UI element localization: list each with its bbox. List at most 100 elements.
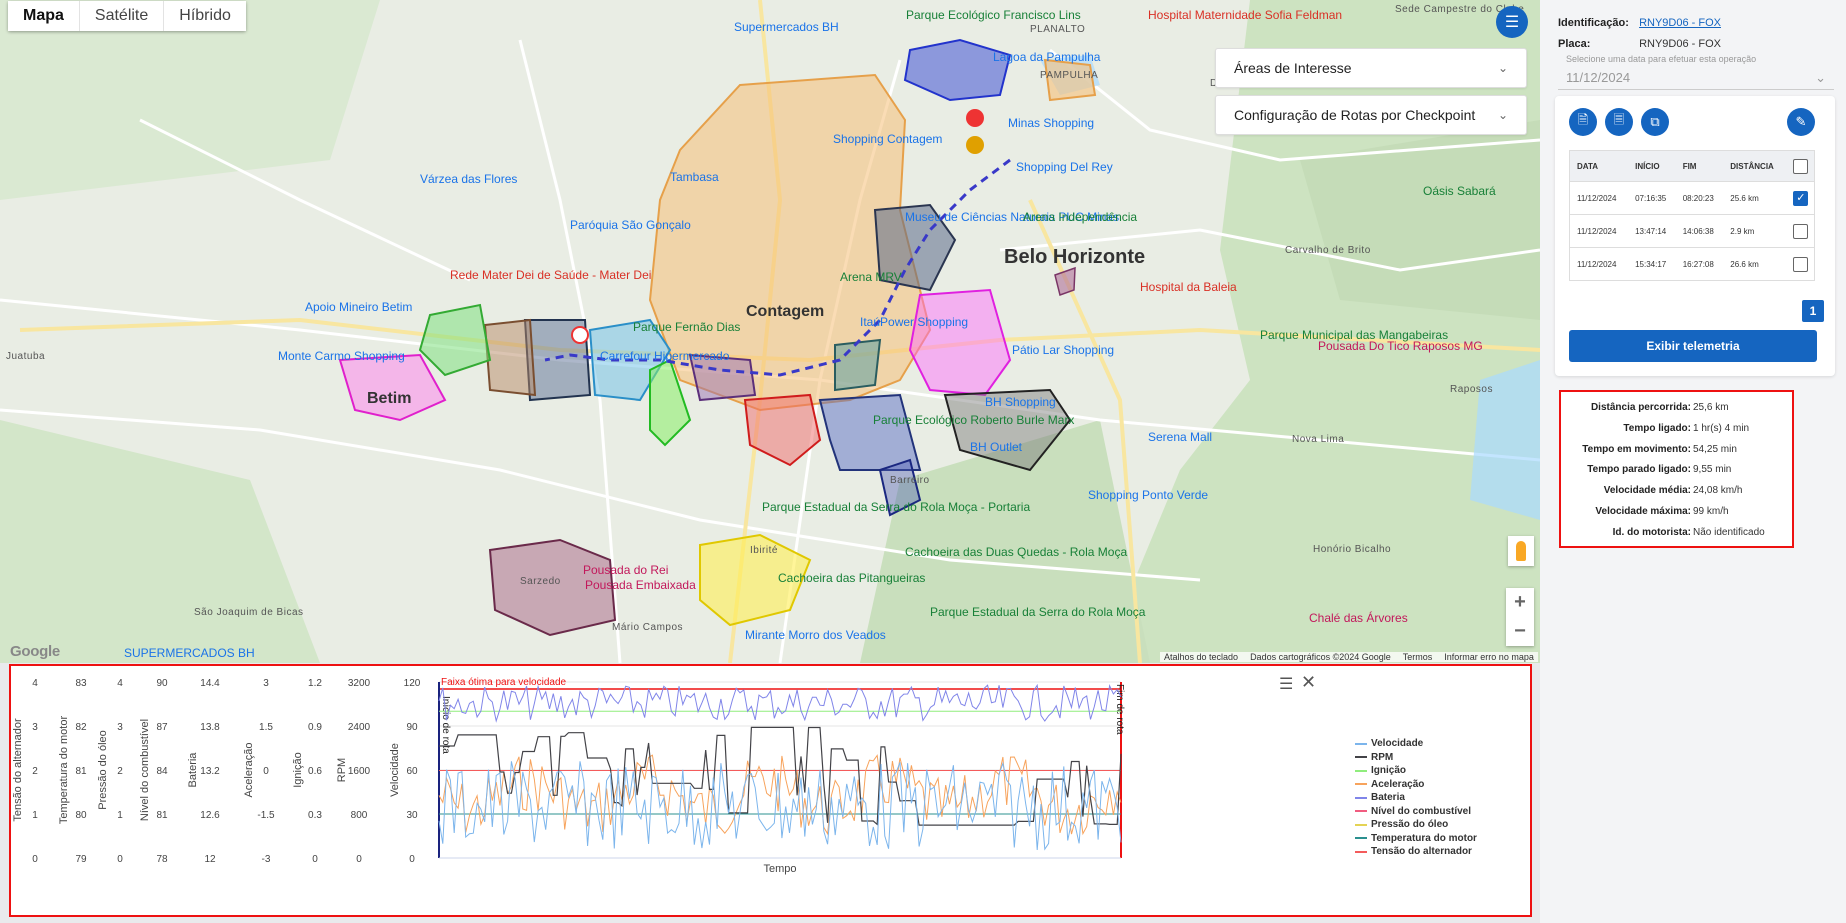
map-label[interactable]: ItaúPower Shopping <box>860 315 968 329</box>
areas-interesse-panel[interactable]: Áreas de Interesse ⌄ <box>1215 48 1527 88</box>
map-label[interactable]: Shopping Ponto Verde <box>1088 488 1208 502</box>
select-all-checkbox[interactable] <box>1793 158 1809 174</box>
axis-tick-label: 120 <box>404 678 421 689</box>
row-checkbox[interactable] <box>1793 223 1809 239</box>
map-label[interactable]: Parque Estadual da Serra do Rola Moça <box>930 605 1145 619</box>
exibir-telemetria-button[interactable]: Exibir telemetria <box>1569 330 1817 362</box>
street-view-pegman-icon[interactable] <box>1508 536 1534 566</box>
map-label[interactable]: Mirante Morro dos Veados <box>745 628 886 642</box>
map-label[interactable]: Arena MRV <box>840 270 902 284</box>
map-label[interactable]: Minas Shopping <box>1008 116 1094 130</box>
map-label[interactable]: Cachoeira das Pitangueiras <box>778 571 925 585</box>
cell-select <box>1786 214 1815 248</box>
axis-tick-label: 1.2 <box>308 678 322 689</box>
axis-title: Aceleração <box>243 742 255 797</box>
map-label[interactable]: Monte Carmo Shopping <box>278 349 405 363</box>
legend-item[interactable]: Velocidade <box>1355 737 1477 751</box>
legend-item[interactable]: Tensão do alternador <box>1355 845 1477 859</box>
legend-label: Pressão do óleo <box>1371 819 1449 831</box>
keyboard-shortcuts-link[interactable]: Atalhos do teclado <box>1164 652 1238 662</box>
map-label[interactable]: Pátio Lar Shopping <box>1012 343 1114 357</box>
zoom-in-button[interactable]: + <box>1506 588 1534 617</box>
map-type-satelite[interactable]: Satélite <box>78 1 164 31</box>
stat-value: 54,25 min <box>1693 443 1737 455</box>
stat-value: 25,6 km <box>1693 402 1729 413</box>
map-label[interactable]: Hospital da Baleia <box>1140 280 1237 294</box>
legend-item[interactable]: Bateria <box>1355 791 1477 805</box>
legend-item[interactable]: Pressão do óleo <box>1355 818 1477 832</box>
legend-item[interactable]: Nível do combustível <box>1355 805 1477 819</box>
map-label[interactable]: Pousada Embaixada <box>585 578 696 592</box>
close-icon[interactable]: ✕ <box>1301 672 1316 693</box>
row-checkbox[interactable] <box>1793 256 1809 272</box>
cell-data: 11/12/2024 <box>1569 214 1629 248</box>
row-checkbox[interactable]: ✓ <box>1793 190 1809 206</box>
chart-menu-icon[interactable]: ☰ <box>1279 674 1293 694</box>
map-label[interactable]: Arena Independência <box>1023 210 1137 224</box>
chevron-down-icon: ⌄ <box>1497 108 1508 122</box>
map-label[interactable]: Paróquia São Gonçalo <box>570 218 691 232</box>
axis-tick-label: 30 <box>406 810 418 821</box>
copy-button[interactable]: ⧉ <box>1641 108 1669 136</box>
axis-tick-label: 81 <box>156 810 168 821</box>
map-label[interactable]: Rede Mater Dei de Saúde - Mater Dei <box>450 268 651 282</box>
cell-data: 11/12/2024 <box>1569 181 1629 215</box>
map-label[interactable]: Carrefour Hipermercado <box>600 349 729 363</box>
axis-title: Temperatura do motor <box>58 716 70 825</box>
rotas-checkpoint-panel[interactable]: Configuração de Rotas por Checkpoint ⌄ <box>1215 95 1527 135</box>
map-label[interactable]: SUPERMERCADOS BH <box>124 646 255 660</box>
table-row[interactable]: 11/12/2024 07:16:35 08:20:23 25.6 km ✓ <box>1569 181 1815 215</box>
table-row[interactable]: 11/12/2024 15:34:17 16:27:08 26.6 km <box>1569 247 1815 281</box>
stat-row: Tempo ligado: 1 hr(s) 4 min <box>1561 423 1792 444</box>
clear-button[interactable]: ✎ <box>1787 108 1815 136</box>
map-label[interactable]: Hospital Maternidade Sofia Feldman <box>1148 8 1342 22</box>
stat-label: Tempo em movimento: <box>1582 443 1691 455</box>
map-label[interactable]: Pousada do Rei <box>583 563 668 577</box>
map-label[interactable]: Tambasa <box>670 170 719 184</box>
map-label[interactable]: Shopping Contagem <box>833 132 942 146</box>
map-label[interactable]: Cachoeira das Duas Quedas - Rola Moça <box>905 545 1127 559</box>
axis-tick-label: 0 <box>312 854 318 865</box>
map-label[interactable]: BH Shopping <box>985 395 1056 409</box>
stat-row: Velocidade média: 24,08 km/h <box>1561 485 1792 506</box>
terms-link[interactable]: Termos <box>1403 652 1433 662</box>
map-label[interactable]: Várzea das Flores <box>420 172 517 186</box>
page-button[interactable]: 1 <box>1802 300 1824 322</box>
map-type-mapa[interactable]: Mapa <box>8 1 79 31</box>
map-label[interactable]: Chalé das Árvores <box>1309 611 1408 625</box>
placa-label: Placa: <box>1558 38 1591 50</box>
table-row[interactable]: 11/12/2024 13:47:14 14:06:38 2.9 km <box>1569 214 1815 248</box>
map-label[interactable]: Parque Ecológico Francisco Lins <box>906 8 1081 22</box>
cell-inicio: 13:47:14 <box>1628 214 1676 248</box>
export-excel-button[interactable]: 🗏 <box>1605 108 1633 136</box>
legend-item[interactable]: Aceleração <box>1355 778 1477 792</box>
map-label[interactable]: Parque Municipal das Mangabeiras <box>1260 328 1448 342</box>
legend-item[interactable]: Ignição <box>1355 764 1477 778</box>
map-label: Raposos <box>1450 384 1493 395</box>
legend-item[interactable]: RPM <box>1355 751 1477 765</box>
map-label[interactable]: Supermercados BH <box>734 20 839 34</box>
map-label[interactable]: Parque Estadual da Serra do Rola Moça - … <box>762 500 1030 514</box>
map-label[interactable]: BH Outlet <box>970 440 1022 454</box>
map-layers-icon[interactable]: ☰ <box>1496 6 1528 38</box>
legend-swatch <box>1355 837 1367 840</box>
map-view[interactable]: Mapa Satélite Híbrido Belo Horizonte Con… <box>0 0 1540 663</box>
zoom-out-button[interactable]: − <box>1506 617 1534 646</box>
map-type-hibrido[interactable]: Híbrido <box>163 1 246 31</box>
map-label: Barreiro <box>890 475 930 486</box>
zoom-control: + − <box>1506 588 1534 646</box>
map-label[interactable]: Shopping Del Rey <box>1016 160 1113 174</box>
date-select[interactable]: 11/12/2024 ⌄ <box>1558 64 1834 90</box>
report-error-link[interactable]: Informar erro no mapa <box>1444 652 1534 662</box>
map-label[interactable]: Lagoa da Pampulha <box>993 50 1100 64</box>
map-label[interactable]: Parque Fernão Dias <box>633 320 740 334</box>
map-label[interactable]: Parque Ecológico Roberto Burle Marx <box>873 413 1074 427</box>
identificacao-link[interactable]: RNY9D06 - FOX <box>1639 17 1721 29</box>
map-label[interactable]: Serena Mall <box>1148 430 1212 444</box>
map-label[interactable]: Apoio Mineiro Betim <box>305 300 412 314</box>
axis-tick-label: -3 <box>262 854 271 865</box>
city-label-contagem: Contagem <box>746 303 825 320</box>
export-pdf-button[interactable]: 🗎 <box>1569 108 1597 136</box>
map-label[interactable]: Oásis Sabará <box>1423 184 1496 198</box>
legend-item[interactable]: Temperatura do motor <box>1355 832 1477 846</box>
